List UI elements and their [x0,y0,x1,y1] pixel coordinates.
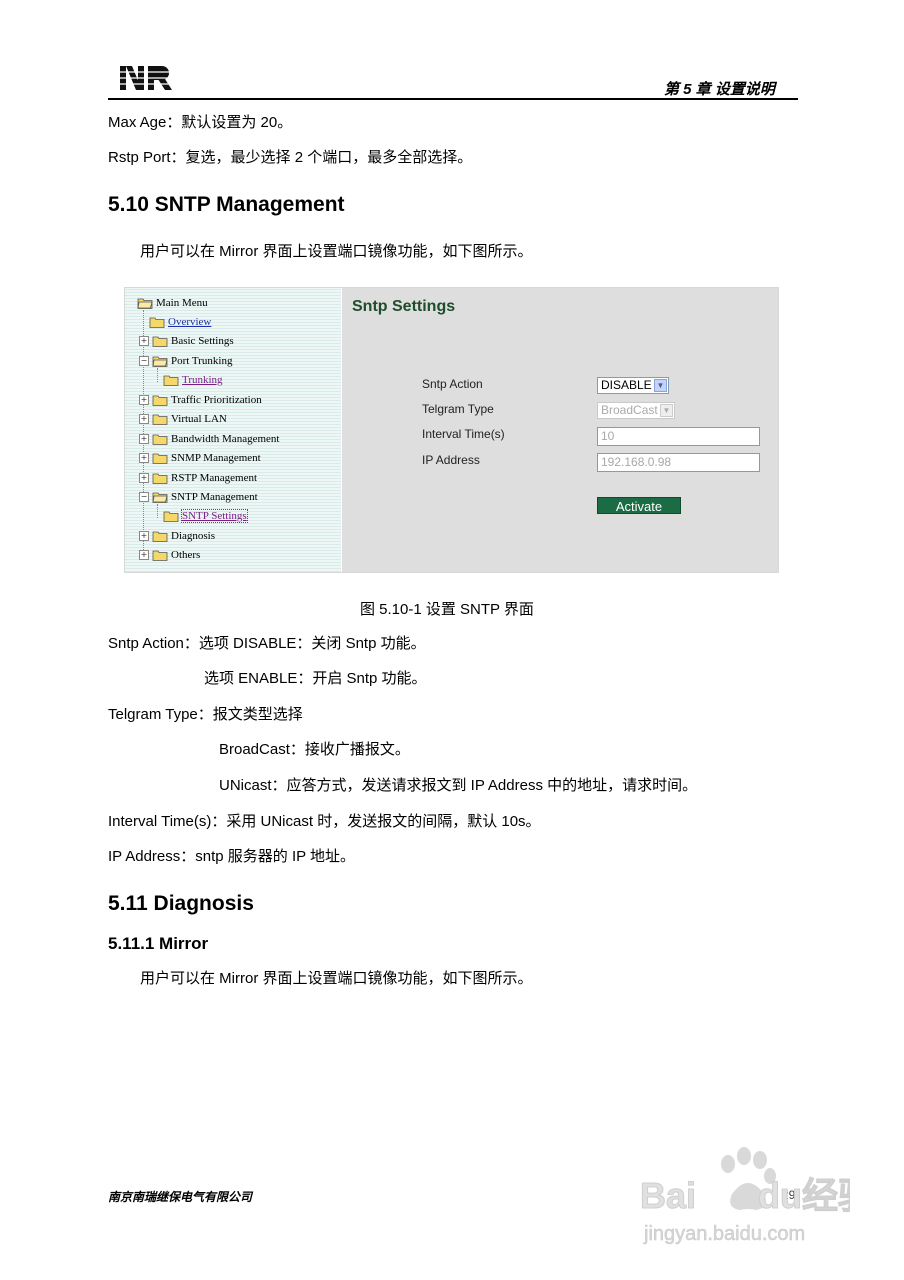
folder-icon [152,551,168,562]
folder-icon [152,474,168,485]
section-5-10-intro: 用户可以在 Mirror 界面上设置端口镜像功能，如下图所示。 [140,243,533,260]
chevron-down-icon: ▼ [660,404,673,417]
sntp-action-desc-1: Sntp Action：选项 DISABLE：关闭 Sntp 功能。 [108,635,426,652]
expand-plus-icon[interactable]: + [139,414,149,425]
max-age-text: Max Age：默认设置为 20。 [108,114,293,131]
header-rule [108,98,798,100]
nr-logo [118,66,174,90]
collapse-minus-icon[interactable]: − [139,492,149,503]
chevron-down-icon[interactable]: ▼ [654,379,667,392]
sntp-settings-screenshot: Main Menu Overview + Basic Settings − Port… [124,287,779,573]
rstp-port-text: Rstp Port：复选，最少选择 2 个端口，最多全部选择。 [108,149,473,166]
sntp-action-label: Sntp Action [422,377,483,391]
expand-plus-icon[interactable]: + [139,550,149,561]
expand-plus-icon[interactable]: + [139,473,149,484]
section-5-11-intro: 用户可以在 Mirror 界面上设置端口镜像功能，如下图所示。 [140,970,533,987]
tree-item-rstp-management[interactable]: + RSTP Management [139,471,257,485]
tree-item-snmp-management[interactable]: + SNMP Management [139,451,261,465]
folder-icon [152,337,168,348]
folder-open-icon [137,299,153,310]
tree-item-basic-settings[interactable]: + Basic Settings [139,334,234,348]
tree-item-diagnosis[interactable]: + Diagnosis [139,529,215,543]
tree-item-main-menu[interactable]: Main Menu [137,296,208,310]
tree-item-sntp-settings[interactable]: SNTP Settings [163,509,248,523]
folder-icon [149,318,165,329]
section-5-10-title: 5.10 SNTP Management [108,193,345,216]
baidu-watermark: Bai du经验 jingyan.baidu.com [640,1147,850,1245]
telgram-type-select: BroadCast ▼ [597,402,675,419]
interval-time-input[interactable]: 10 [597,427,760,446]
svg-text:du经验: du经验 [758,1175,850,1216]
expand-plus-icon[interactable]: + [139,531,149,542]
expand-plus-icon[interactable]: + [139,453,149,464]
section-5-11-title: 5.11 Diagnosis [108,892,254,915]
telgram-desc-3: UNicast：应答方式，发送请求报文到 IP Address 中的地址，请求时… [219,777,698,794]
telgram-desc-2: BroadCast：接收广播报文。 [219,741,410,758]
folder-open-icon [152,357,168,368]
tree-item-virtual-lan[interactable]: + Virtual LAN [139,412,227,426]
interval-time-label: Interval Time(s) [422,427,505,441]
sntp-action-select[interactable]: DISABLE ▼ [597,377,669,394]
section-5-11-1-title: 5.11.1 Mirror [108,934,209,953]
ip-address-input[interactable]: 192.168.0.98 [597,453,760,472]
telgram-type-label: Telgram Type [422,402,494,416]
tree-item-port-trunking[interactable]: − Port Trunking [139,354,232,368]
tree-item-traffic-prioritization[interactable]: + Traffic Prioritization [139,393,262,407]
folder-icon [152,435,168,446]
footer-company: 南京南瑞继保电气有限公司 [108,1190,253,1204]
figure-caption: 图 5.10-1 设置 SNTP 界面 [360,601,534,618]
chapter-heading: 第 5 章 设置说明 [664,81,775,98]
tree-item-bandwidth-management[interactable]: + Bandwidth Management [139,432,279,446]
expand-plus-icon[interactable]: + [139,336,149,347]
tree-connector [157,368,158,382]
tree-item-others[interactable]: + Others [139,548,200,562]
collapse-minus-icon[interactable]: − [139,356,149,367]
tree-connector [157,504,158,518]
folder-icon [152,532,168,543]
expand-plus-icon[interactable]: + [139,395,149,406]
tree-item-overview[interactable]: Overview [149,315,211,329]
tree-item-sntp-management[interactable]: − SNTP Management [139,490,258,504]
folder-icon [152,396,168,407]
folder-icon [152,454,168,465]
ip-address-label: IP Address [422,453,480,467]
activate-button[interactable]: Activate [597,497,681,514]
folder-icon [163,512,179,523]
sntp-action-desc-2: 选项 ENABLE：开启 Sntp 功能。 [204,670,427,687]
svg-text:Bai: Bai [640,1175,696,1216]
menu-tree: Main Menu Overview + Basic Settings − Port… [125,288,341,572]
folder-open-icon [152,493,168,504]
panel-title: Sntp Settings [352,298,456,315]
ip-desc: IP Address：sntp 服务器的 IP 地址。 [108,848,356,865]
tree-item-trunking[interactable]: Trunking [163,373,223,387]
interval-desc: Interval Time(s)：采用 UNicast 时，发送报文的间隔，默认… [108,813,541,830]
folder-icon [163,376,179,387]
folder-icon [152,415,168,426]
svg-text:jingyan.baidu.com: jingyan.baidu.com [643,1223,805,1245]
telgram-desc-1: Telgram Type：报文类型选择 [108,706,303,723]
expand-plus-icon[interactable]: + [139,434,149,445]
sntp-settings-panel: Sntp Settings Sntp Action DISABLE ▼ Telg… [342,288,778,572]
